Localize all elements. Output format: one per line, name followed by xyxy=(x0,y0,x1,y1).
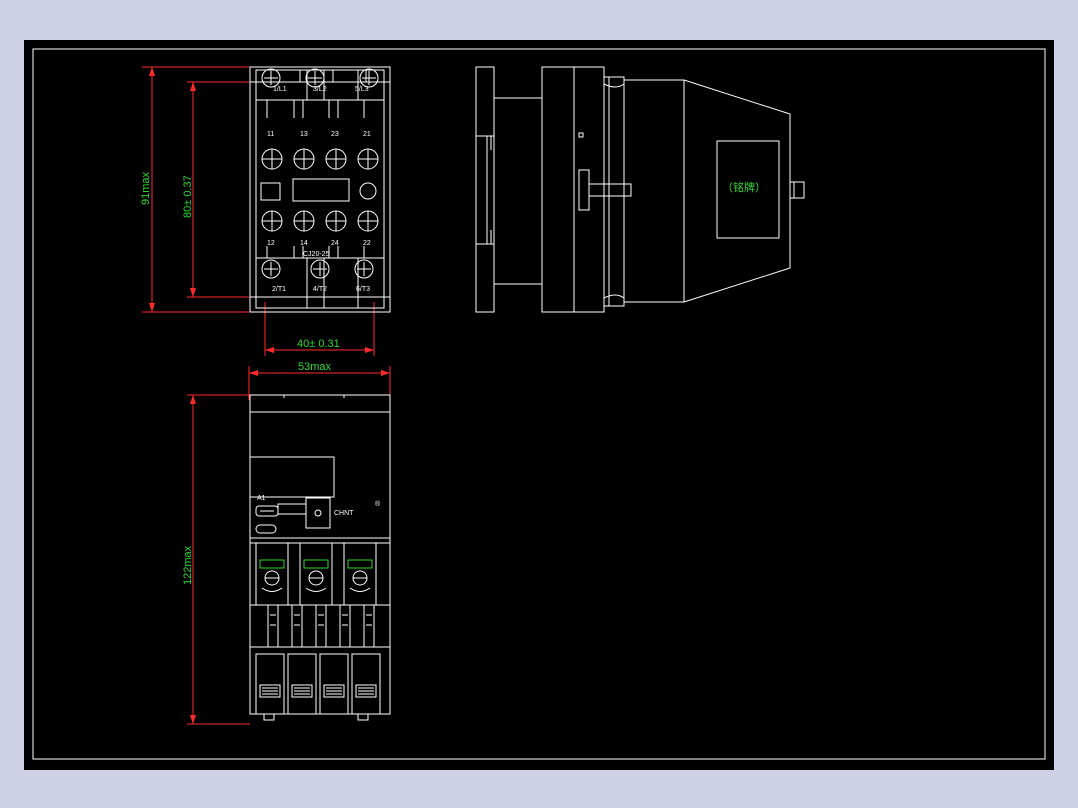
dimension-width-total: 53max xyxy=(248,361,391,400)
dim-40-label: 40± 0.31 xyxy=(297,338,340,350)
aux-number-22: 22 xyxy=(363,240,371,247)
dimension-height-inner: 80± 0.37 xyxy=(182,81,249,298)
aux-number-23: 23 xyxy=(331,131,339,138)
brand-logo-text: CHNT xyxy=(334,510,354,517)
top-view: A1 CHNT ® xyxy=(249,394,391,721)
terminal-2T1: 2/T1 xyxy=(272,286,286,293)
nameplate-label: （铭牌） xyxy=(722,180,766,194)
aux-number-12: 12 xyxy=(267,240,275,247)
terminal-6T3: 6/T3 xyxy=(356,286,370,293)
indicator-window xyxy=(292,178,350,202)
terminal-5L3: 5/L3 xyxy=(355,86,369,93)
coil-terminal-label: A1 xyxy=(257,495,266,502)
front-view: 1/L1 3/L2 5/L3 11 13 23 21 12 14 24 22 C… xyxy=(249,66,391,313)
aux-number-13: 13 xyxy=(300,131,308,138)
dim-122max-label: 122max xyxy=(182,545,194,585)
dim-80-label: 80± 0.37 xyxy=(182,175,194,218)
side-view: （铭牌） xyxy=(475,66,805,313)
brand-mark: ® xyxy=(375,500,381,508)
terminal-1L1: 1/L1 xyxy=(273,86,287,93)
drawing-frame xyxy=(32,48,1046,760)
terminal-3L2: 3/L2 xyxy=(313,86,327,93)
indicator-circle xyxy=(359,182,377,200)
aux-number-11: 11 xyxy=(267,131,274,138)
aux-number-14: 14 xyxy=(300,240,308,247)
cad-drawing: 91max 80± 0.37 40± 0.31 53max 122max 1/L… xyxy=(32,48,1046,760)
dimension-width-mount: 40± 0.31 xyxy=(264,302,375,356)
dimension-height-side: 122max xyxy=(182,394,250,725)
dim-91max-label: 91max xyxy=(140,171,152,205)
dim-53max-label: 53max xyxy=(298,361,332,373)
indicator-square xyxy=(260,182,281,201)
aux-number-24: 24 xyxy=(331,240,339,247)
model-label: CJ20-25 xyxy=(303,251,330,258)
aux-number-21: 21 xyxy=(363,131,371,138)
drawing-sheet: 91max 80± 0.37 40± 0.31 53max 122max 1/L… xyxy=(24,40,1054,770)
terminal-4T2: 4/T2 xyxy=(313,286,327,293)
dimension-height-front: 91max xyxy=(140,66,249,313)
